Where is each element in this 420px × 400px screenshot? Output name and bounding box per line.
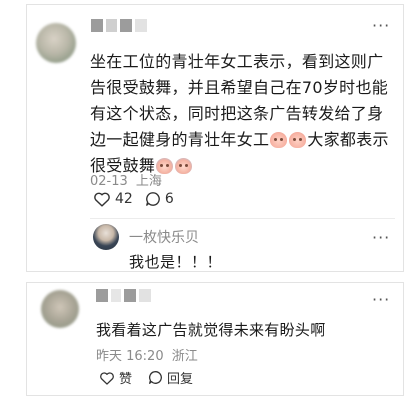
avatar-blurred[interactable]: [41, 290, 79, 328]
reply-text: 我也是！！！: [129, 253, 223, 271]
reply-avatar[interactable]: [93, 224, 119, 250]
more-dots-icon[interactable]: ···: [372, 18, 390, 34]
comment-bubble-icon: [149, 371, 162, 384]
comment-actions: 42 6: [93, 191, 174, 207]
comment-location: 浙江: [171, 349, 198, 364]
pig-crying-face-emoji: [289, 132, 307, 148]
comment-bubble-icon: [145, 192, 160, 206]
author-name-blurred[interactable]: [96, 289, 151, 302]
pig-crying-face-emoji: [270, 132, 288, 148]
comment-card: ··· 坐在工位的青壮年女工表示，看到这则广告很受鼓舞，并且希望自己在70岁时也…: [26, 4, 404, 272]
reply-more-dots-icon[interactable]: ···: [372, 230, 390, 246]
like-button[interactable]: 42: [93, 191, 133, 207]
comment-time: 昨天 16:20: [96, 349, 164, 364]
pig-crying-face-emoji: [175, 158, 193, 174]
comment-meta: 02-13 上海: [90, 170, 162, 189]
comment-text: 坐在工位的青壮年女工表示，看到这则广告很受鼓舞，并且希望自己在70岁时也能有这个…: [90, 52, 389, 175]
comment-text: 我看着这广告就觉得未来有盼头啊: [96, 321, 326, 339]
like-count: 42: [115, 191, 133, 207]
like-label: 赞: [119, 372, 133, 387]
avatar-blurred[interactable]: [36, 23, 76, 63]
reply-button[interactable]: 回复: [148, 368, 193, 387]
heart-outline-icon: [100, 371, 114, 385]
reply-count: 6: [164, 191, 174, 207]
comment-date: 02-13: [90, 174, 128, 189]
more-dots-icon[interactable]: ···: [372, 292, 390, 308]
comment-card: ··· 我看着这广告就觉得未来有盼头啊 昨天 16:20 浙江 赞 回复: [26, 282, 404, 396]
reply-button[interactable]: 6: [145, 191, 174, 207]
comment-location: 上海: [135, 174, 162, 189]
comment-meta: 昨天 16:20 浙江: [96, 345, 198, 364]
reply-author[interactable]: 一枚快乐贝: [129, 227, 199, 247]
divider: [90, 218, 395, 219]
like-button[interactable]: 赞: [99, 368, 132, 387]
reply-label: 回复: [167, 372, 194, 387]
comment-actions: 赞 回复: [99, 368, 193, 387]
author-name-blurred[interactable]: [91, 19, 147, 32]
heart-outline-icon: [94, 192, 110, 207]
